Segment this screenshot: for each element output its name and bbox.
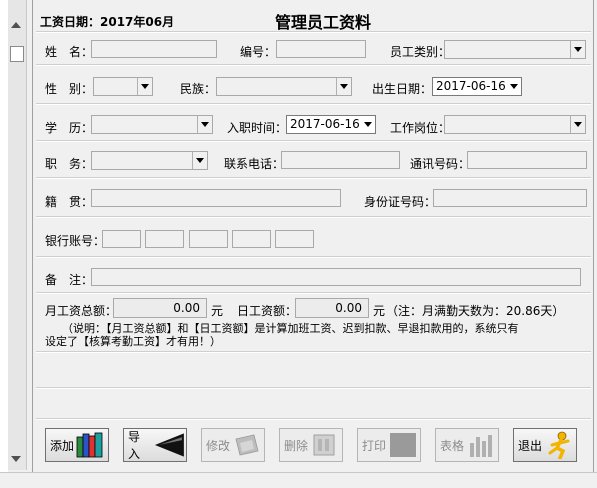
left-frame-edge: [0, 0, 8, 487]
workday-note: （注：月满勤天数为：20.86天）: [386, 304, 565, 318]
remark-label: 备 注：: [45, 273, 94, 287]
birthdate-value: 2017-06-16: [436, 79, 506, 93]
bottom-frame-edge: [0, 472, 597, 488]
chevron-down-icon[interactable]: [336, 78, 351, 95]
position-select[interactable]: [444, 115, 586, 134]
delete-button[interactable]: 删除: [279, 428, 343, 462]
bank-segment-3[interactable]: [189, 230, 228, 248]
ethnicity-label: 民族：: [180, 82, 217, 96]
birthdate-picker[interactable]: 2017-06-16: [432, 77, 522, 96]
page-title: 管理员工资料: [275, 13, 372, 32]
scroll-down-arrow[interactable]: [11, 456, 21, 462]
row-separator: [36, 64, 591, 66]
education-label: 学 历：: [45, 121, 94, 135]
edit-button-label: 修改: [206, 438, 231, 453]
delete-icon: [313, 434, 335, 456]
id-card-input[interactable]: [433, 189, 587, 207]
daily-salary-input[interactable]: 0.00: [295, 298, 369, 318]
row-separator: [36, 140, 591, 142]
monthly-unit: 元: [211, 304, 224, 318]
id-label: 编号：: [240, 45, 277, 59]
row-separator: [36, 177, 591, 179]
ethnicity-select[interactable]: [216, 77, 352, 96]
monthly-salary-input[interactable]: 0.00: [113, 298, 207, 318]
table-button[interactable]: 表格: [435, 428, 499, 462]
chevron-down-icon[interactable]: [506, 78, 521, 95]
chevron-down-icon[interactable]: [360, 116, 375, 133]
origin-label: 籍 贯：: [45, 195, 94, 209]
education-select[interactable]: [91, 115, 213, 134]
row-separator: [36, 292, 591, 294]
add-button[interactable]: 添加: [45, 428, 109, 462]
name-label: 姓 名：: [45, 45, 94, 59]
job-title-select[interactable]: [91, 151, 208, 170]
origin-input[interactable]: [91, 189, 341, 207]
exit-button[interactable]: 退出: [513, 428, 577, 462]
gender-select[interactable]: [93, 77, 153, 96]
gender-label: 性 别：: [45, 82, 94, 96]
category-label: 员工类别：: [390, 45, 451, 59]
bank-label: 银行账号：: [45, 234, 106, 248]
toolbar-separator: [36, 418, 591, 420]
hire-date-picker[interactable]: 2017-06-16: [286, 115, 376, 134]
comm-label: 通讯号码：: [410, 157, 471, 171]
chevron-down-icon[interactable]: [192, 152, 207, 169]
job-title-label: 职 务：: [45, 157, 94, 171]
bar-chart-icon: [470, 435, 493, 457]
id-card-label: 身份证号码：: [364, 195, 437, 209]
phone-input[interactable]: [281, 151, 400, 169]
import-button[interactable]: 导入: [123, 428, 187, 462]
salary-date-label: 工资日期：2017年06月: [40, 15, 175, 29]
add-button-label: 添加: [50, 438, 75, 453]
edit-icon: [235, 434, 259, 456]
print-button[interactable]: 打印: [357, 428, 421, 462]
bank-segment-5[interactable]: [275, 230, 314, 248]
chevron-down-icon[interactable]: [570, 116, 585, 133]
printer-icon: [390, 433, 417, 457]
scroll-up-arrow[interactable]: [11, 22, 21, 28]
delete-button-label: 删除: [284, 438, 309, 453]
remark-input[interactable]: [91, 268, 581, 286]
row-separator: [36, 216, 591, 218]
row-separator: [36, 387, 591, 389]
row-separator: [36, 103, 591, 105]
books-icon: [76, 432, 103, 458]
hire-date-value: 2017-06-16: [290, 117, 360, 131]
hire-date-label: 入职时间：: [227, 121, 288, 135]
bank-segment-1[interactable]: [102, 230, 141, 248]
monthly-salary-label: 月工资总额：: [45, 304, 118, 318]
arrow-left-icon: [155, 433, 185, 457]
running-man-icon: [548, 431, 570, 459]
position-label: 工作岗位：: [390, 121, 451, 135]
header-separator: [36, 31, 591, 33]
chevron-down-icon[interactable]: [570, 41, 585, 58]
import-button-label: 导入: [128, 430, 141, 461]
comm-input[interactable]: [467, 151, 587, 169]
birthdate-label: 出生日期：: [372, 82, 433, 96]
category-select[interactable]: [444, 40, 586, 59]
chevron-down-icon[interactable]: [197, 116, 212, 133]
edit-button[interactable]: 修改: [201, 428, 265, 462]
daily-unit: 元: [373, 304, 386, 318]
id-input[interactable]: [276, 40, 366, 58]
row-separator: [36, 351, 591, 353]
exit-button-label: 退出: [518, 438, 543, 453]
table-button-label: 表格: [440, 438, 465, 453]
scrollbar-thumb[interactable]: [10, 46, 24, 62]
row-separator: [36, 256, 591, 258]
phone-label: 联系电话：: [224, 157, 285, 171]
name-input[interactable]: [91, 40, 217, 58]
bank-segment-4[interactable]: [232, 230, 271, 248]
explanation-line-2: 设定了【核算考勤工资】才有用！）: [45, 335, 221, 348]
print-button-label: 打印: [362, 438, 387, 453]
daily-salary-label: 日工资额：: [237, 304, 298, 318]
vertical-scrollbar[interactable]: [8, 0, 27, 470]
chevron-down-icon[interactable]: [137, 78, 152, 95]
bank-segment-2[interactable]: [145, 230, 184, 248]
